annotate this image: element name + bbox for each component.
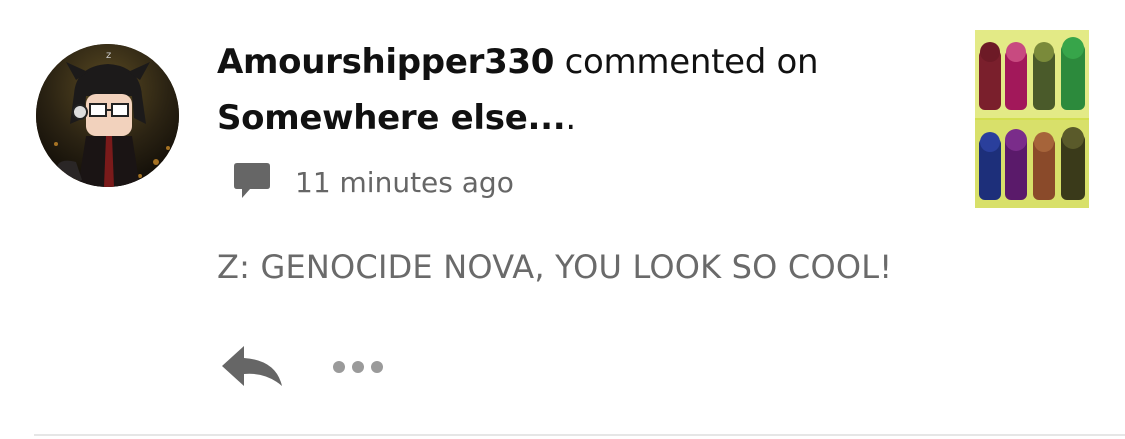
story-title-link[interactable]: Somewhere else...: [217, 98, 566, 138]
title-suffix: .: [565, 98, 576, 138]
action-text: commented on: [554, 42, 819, 82]
divider: [34, 434, 1125, 436]
timestamp: 11 minutes ago: [295, 165, 514, 199]
more-options-button[interactable]: [330, 356, 390, 378]
svg-text:z: z: [106, 50, 111, 61]
story-cover-image: [975, 30, 1089, 208]
ellipsis-icon: [333, 361, 383, 373]
user-avatar[interactable]: z: [36, 44, 179, 187]
reply-button[interactable]: [218, 342, 286, 392]
notification-headline: Amourshipper330 commented on Somewhere e…: [217, 34, 937, 146]
comment-notification[interactable]: z Amourshipper330 commented on Somewhere…: [0, 0, 1125, 439]
speech-bubble-icon: [230, 162, 274, 202]
avatar-image: z: [36, 44, 179, 187]
reply-arrow-icon: [222, 346, 282, 386]
notification-meta: 11 minutes ago: [230, 160, 514, 204]
username-link[interactable]: Amourshipper330: [217, 42, 554, 82]
story-thumbnail[interactable]: [975, 30, 1089, 208]
comment-text: Z: GENOCIDE NOVA, YOU LOOK SO COOL!: [217, 248, 893, 286]
